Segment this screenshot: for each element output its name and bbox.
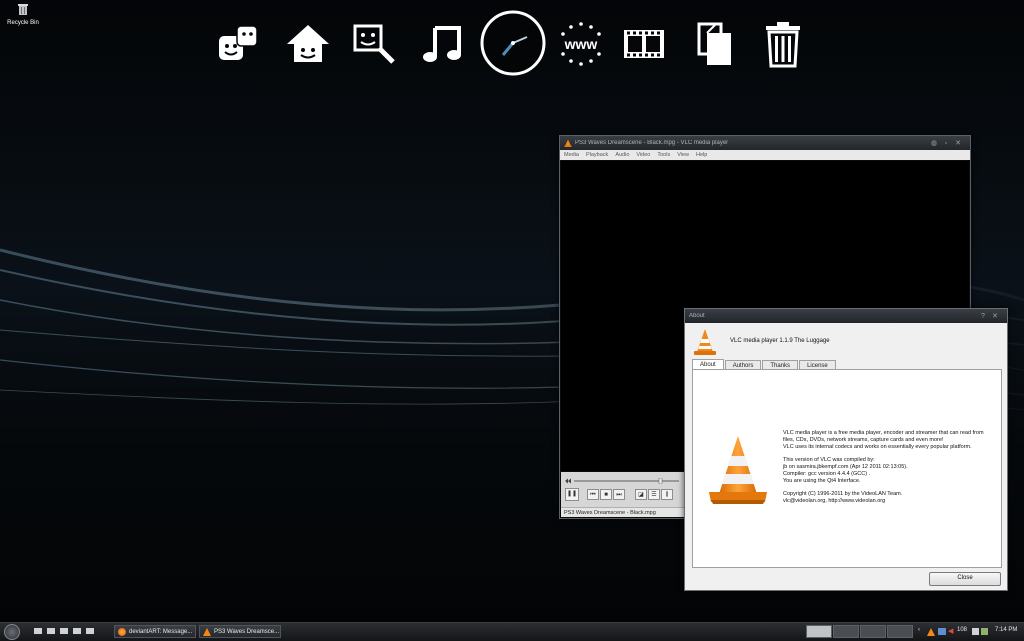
seek-bar[interactable] (565, 478, 681, 484)
workspace-box[interactable] (887, 625, 913, 638)
vlc-cone-icon (564, 139, 572, 147)
menu-media[interactable]: Media (564, 152, 579, 158)
dock-video[interactable] (620, 20, 668, 68)
video-icon (624, 30, 664, 58)
seek-handle (658, 478, 663, 484)
about-line: files, CDs, DVDs, network streams, captu… (783, 437, 944, 443)
quicklaunch-icon[interactable] (86, 628, 94, 634)
task-vlc[interactable]: PS3 Waves Dreamsce... (199, 625, 281, 638)
about-titlebar[interactable]: About ? ✕ (685, 309, 1007, 323)
tray-app-icon[interactable] (981, 628, 988, 635)
vlc-cone-icon (203, 627, 211, 636)
workspace-box[interactable] (833, 625, 859, 638)
documents-icon (697, 22, 731, 65)
vlc-status-bar: PS3 Waves Dreamscene - Black.mpg (561, 507, 685, 517)
firefox-icon (118, 627, 126, 636)
maximize-icon[interactable]: ▫ (940, 140, 952, 147)
network-icon[interactable] (938, 628, 946, 635)
extended-settings-button[interactable]: ⫼ (661, 489, 673, 500)
close-icon[interactable]: ✕ (952, 139, 964, 147)
vlc-window-title: PS3 Waves Dreamscene - Black.mpg - VLC m… (575, 140, 729, 146)
show-desktop-icon[interactable] (34, 628, 42, 634)
dock-web[interactable]: www (556, 20, 606, 68)
about-line: Copyright (C) 1996-2011 by the VideoLAN … (783, 491, 903, 497)
task-deviantart[interactable]: deviantART: Message... (114, 625, 196, 638)
playlist-button[interactable]: ☰ (648, 489, 660, 500)
close-icon[interactable]: ✕ (989, 312, 1001, 320)
dock-photo[interactable] (350, 20, 398, 68)
menu-audio[interactable]: Audio (615, 152, 629, 158)
close-button[interactable]: Close (929, 572, 1001, 586)
about-line: This version of VLC was compiled by: (783, 457, 875, 463)
tray-expand-icon[interactable]: ‹ (918, 627, 920, 633)
trash-icon (766, 22, 800, 68)
home-icon (287, 25, 329, 62)
vlc-cone-icon (694, 329, 716, 355)
rewind-icon (565, 478, 571, 484)
web-icon: www (561, 22, 601, 66)
about-panel: VLC media player is a free media player,… (692, 369, 1002, 568)
dock-bar: www (0, 0, 1024, 80)
about-line: vlc@videolan.org, http://www.videolan.or… (783, 498, 886, 504)
quicklaunch-icon[interactable] (60, 628, 68, 634)
menu-tools[interactable]: Tools (657, 152, 670, 158)
fullscreen-button[interactable]: ◪ (635, 489, 647, 500)
menu-playback[interactable]: Playback (586, 152, 608, 158)
games-icon (219, 25, 258, 60)
dock-music[interactable] (420, 20, 466, 68)
next-button[interactable]: ⏭ (613, 489, 625, 500)
about-line: jb on sasmira.jbkempf.com (Apr 12 2011 0… (783, 464, 908, 470)
task-label: deviantART: Message... (129, 628, 193, 635)
dock-home[interactable] (284, 20, 332, 68)
tray-number: 108 (957, 627, 968, 633)
quicklaunch-icon[interactable] (73, 628, 81, 634)
workspace-box[interactable] (806, 625, 832, 638)
dock-documents[interactable] (692, 20, 740, 68)
about-window-title: About (689, 313, 705, 319)
minimize-icon[interactable]: ◍ (928, 139, 940, 147)
www-label: www (564, 36, 598, 52)
menu-video[interactable]: Video (636, 152, 650, 158)
dock-games[interactable] (216, 20, 262, 68)
dock-trash[interactable] (760, 20, 806, 68)
vlc-cone-logo (709, 436, 767, 504)
vlc-titlebar[interactable]: PS3 Waves Dreamscene - Black.mpg - VLC m… (560, 136, 970, 150)
menu-view[interactable]: View (677, 152, 689, 158)
about-line: Compiler: gcc version 4.4.4 (GCC) . (783, 471, 871, 477)
dock-clock[interactable] (478, 8, 548, 78)
menu-help[interactable]: Help (696, 152, 707, 158)
about-heading: VLC media player 1.1.9 The Luggage (730, 338, 830, 344)
workspace-box[interactable] (860, 625, 886, 638)
start-orb-icon[interactable] (4, 624, 20, 640)
about-line: VLC media player is a free media player,… (783, 430, 984, 436)
tray-app-icon[interactable] (972, 628, 979, 635)
vlc-menubar: Media Playback Audio Video Tools View He… (560, 150, 970, 160)
help-button[interactable]: ? (977, 313, 989, 320)
about-line: VLC uses its internal codecs and works o… (783, 444, 972, 450)
quicklaunch-icon[interactable] (47, 628, 55, 634)
about-line: You are using the Qt4 Interface. (783, 478, 861, 484)
music-icon (423, 26, 461, 62)
pause-button[interactable]: ❚❚ (565, 488, 579, 501)
volume-icon[interactable]: ◀ (948, 627, 953, 635)
clock[interactable]: 7:14 PM (995, 627, 1017, 633)
taskbar: deviantART: Message... PS3 Waves Dreamsc… (0, 622, 1024, 641)
vlc-cone-icon[interactable] (927, 628, 935, 636)
previous-button[interactable]: ⏮ (587, 489, 599, 500)
clock-icon (480, 10, 546, 76)
about-description: VLC media player is a free media player,… (783, 430, 999, 511)
stop-button[interactable]: ■ (600, 489, 612, 500)
about-dialog[interactable]: About ? ✕ VLC media player 1.1.9 The Lug… (684, 308, 1008, 591)
photo-icon (353, 24, 395, 64)
about-header: VLC media player 1.1.9 The Luggage (685, 323, 1007, 363)
task-label: PS3 Waves Dreamsce... (214, 628, 280, 635)
